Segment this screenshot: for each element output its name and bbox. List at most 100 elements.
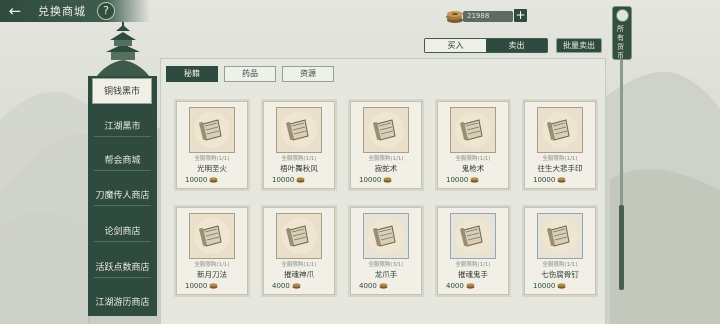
item-name: 龙爪手 <box>374 270 398 279</box>
sidebar-item-label: 刀魔传人商店 <box>95 191 150 201</box>
scroll-manual-icon <box>368 218 404 254</box>
item-name: 摧魂鬼手 <box>458 270 488 279</box>
scroll-manual-icon <box>455 112 491 148</box>
add-currency-button[interactable]: + <box>514 9 527 22</box>
price-value: 10000 <box>446 176 469 184</box>
item-price: 10000 <box>272 175 328 186</box>
price-value: 4000 <box>272 282 290 290</box>
item-thumbnail <box>363 213 409 259</box>
purchase-limit: 全服限购(1/1) <box>281 156 317 162</box>
scroll-manual-icon <box>281 112 317 148</box>
scroll-manual-icon <box>194 218 230 254</box>
coin-icon <box>209 283 218 289</box>
tab-buy[interactable]: 买入 <box>425 39 486 52</box>
price-value: 4000 <box>446 282 464 290</box>
price-value: 10000 <box>533 176 556 184</box>
bulk-sell-button[interactable]: 批量卖出 <box>556 38 602 53</box>
purchase-limit: 全服限购(1/1) <box>368 156 404 162</box>
item-price: 4000 <box>272 281 328 292</box>
item-name: 新月刀法 <box>197 270 227 279</box>
copper-coin-stack-icon <box>446 11 463 23</box>
back-arrow-icon[interactable]: ← <box>4 2 26 20</box>
sidebar-item-jianghu-travel-shop[interactable]: 江湖游历商店 <box>88 290 157 316</box>
scroll-manual-icon <box>194 112 230 148</box>
tab-secret-manuals[interactable]: 秘籍 <box>166 66 218 82</box>
purchase-limit: 全服限购(1/1) <box>194 156 230 162</box>
purchase-limit: 全服限购(1/1) <box>194 262 230 268</box>
coin-icon <box>466 283 475 289</box>
pagoda-emblem-icon <box>94 22 152 80</box>
item-name: 鬼枪术 <box>461 164 485 173</box>
item-thumbnail <box>276 107 322 153</box>
item-thumbnail <box>189 107 235 153</box>
item-card[interactable]: 全服限购(1/1) 摧魂鬼手 4000 <box>437 207 509 295</box>
item-price: 10000 <box>533 281 589 292</box>
coin-icon <box>209 177 218 183</box>
purchase-limit: 全服限购(1/1) <box>455 156 491 162</box>
help-button[interactable]: ? <box>97 2 115 20</box>
currency-amount: 21988 <box>463 11 513 22</box>
item-card[interactable]: 全服限购(1/1) 摧魂神爪 4000 <box>263 207 335 295</box>
sidebar-item-sword-debate-shop[interactable]: 论剑商店 <box>88 219 157 245</box>
coin-icon <box>379 283 388 289</box>
all-currency-ribbon[interactable]: 所有货币 <box>612 6 632 60</box>
divider <box>94 170 151 172</box>
sidebar-item-blade-demon-shop[interactable]: 刀魔传人商店 <box>88 183 157 209</box>
sidebar-item-label: 江湖黑市 <box>104 122 141 132</box>
item-card[interactable]: 全服限购(1/1) 光明圣火 10000 <box>176 101 248 189</box>
purchase-limit: 全服限购(1/1) <box>542 156 578 162</box>
item-thumbnail <box>363 107 409 153</box>
divider <box>94 241 151 243</box>
scroll-manual-icon <box>542 112 578 148</box>
scroll-manual-icon <box>455 218 491 254</box>
sidebar-item-label: 活跃点数商店 <box>95 263 150 273</box>
price-value: 10000 <box>185 282 208 290</box>
item-card[interactable]: 全服限购(1/1) 寂蛇术 10000 <box>350 101 422 189</box>
scrollbar-thumb[interactable] <box>619 205 624 290</box>
sidebar-item-jianghu-black-market[interactable]: 江湖黑市 <box>88 114 157 140</box>
item-name: 光明圣火 <box>197 164 227 173</box>
item-name: 七伤腐骨钉 <box>541 270 579 279</box>
item-card[interactable]: 全服限购(1/1) 新月刀法 10000 <box>176 207 248 295</box>
coin-icon <box>296 177 305 183</box>
divider <box>94 136 151 138</box>
purchase-limit: 全服限购(1/1) <box>455 262 491 268</box>
category-tabs: 秘籍 药品 资源 <box>166 66 334 82</box>
item-card[interactable]: 全服限购(1/1) 梧叶舞秋风 10000 <box>263 101 335 189</box>
scroll-manual-icon <box>281 218 317 254</box>
sidebar-item-activity-points-shop[interactable]: 活跃点数商店 <box>88 255 157 281</box>
sidebar-item-guild-shop[interactable]: 帮会商城 <box>88 148 157 174</box>
tab-medicine[interactable]: 药品 <box>224 66 276 82</box>
trade-mode-tabs: 买入 卖出 <box>424 38 548 53</box>
price-value: 10000 <box>359 176 382 184</box>
divider <box>94 277 151 279</box>
sidebar-item-copper-black-market[interactable]: 铜钱黑市 <box>92 78 152 104</box>
item-card[interactable]: 全服限购(1/1) 往生大悲手印 10000 <box>524 101 596 189</box>
item-thumbnail <box>537 213 583 259</box>
item-price: 10000 <box>446 175 502 186</box>
item-card[interactable]: 全服限购(1/1) 七伤腐骨钉 10000 <box>524 207 596 295</box>
shop-sidebar: 铜钱黑市 江湖黑市 帮会商城 刀魔传人商店 论剑商店 活跃点数商店 江湖游历商店 <box>88 76 157 316</box>
item-thumbnail <box>537 107 583 153</box>
sidebar-item-label: 铜钱黑市 <box>103 87 140 97</box>
tab-resources[interactable]: 资源 <box>282 66 334 82</box>
price-value: 4000 <box>359 282 377 290</box>
scroll-manual-icon <box>368 112 404 148</box>
top-bar: ← 兑换商城 ? <box>0 0 150 22</box>
scroll-manual-icon <box>542 218 578 254</box>
purchase-limit: 全服限购(3/1) <box>368 262 404 268</box>
tab-sell[interactable]: 卖出 <box>486 39 547 52</box>
item-price: 10000 <box>185 281 241 292</box>
purchase-limit: 全服限购(1/1) <box>542 262 578 268</box>
price-value: 10000 <box>533 282 556 290</box>
coin-icon <box>557 283 566 289</box>
sidebar-item-label: 江湖游历商店 <box>95 298 150 308</box>
item-card[interactable]: 全服限购(3/1) 龙爪手 4000 <box>350 207 422 295</box>
sidebar-item-label: 论剑商店 <box>104 227 141 237</box>
item-card[interactable]: 全服限购(1/1) 鬼枪术 10000 <box>437 101 509 189</box>
ribbon-label: 所有货币 <box>617 25 624 60</box>
item-thumbnail <box>189 213 235 259</box>
coin-icon <box>292 283 301 289</box>
item-price: 10000 <box>533 175 589 186</box>
price-value: 10000 <box>185 176 208 184</box>
